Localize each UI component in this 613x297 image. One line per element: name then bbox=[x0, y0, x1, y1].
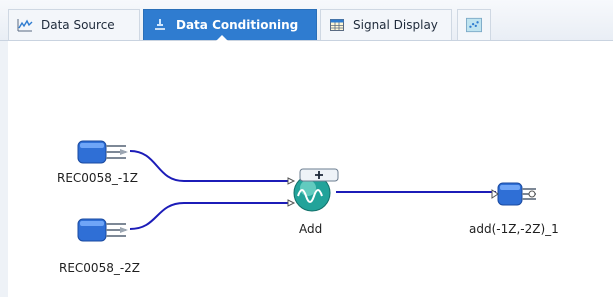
input-node-label: REC0058_-2Z bbox=[59, 261, 141, 275]
add-operation-node[interactable] bbox=[284, 166, 346, 220]
data-channel-icon bbox=[77, 140, 128, 164]
input-node-rec0058-2z[interactable] bbox=[76, 216, 132, 248]
operation-label: Add bbox=[299, 222, 323, 236]
output-node-add[interactable] bbox=[490, 180, 540, 212]
data-channel-icon bbox=[77, 218, 128, 242]
input-node-rec0058-1z[interactable] bbox=[76, 138, 132, 170]
output-channel-icon bbox=[491, 182, 536, 206]
output-node-label: add(-1Z,-2Z)_1 bbox=[469, 222, 559, 236]
input-node-label: REC0058_-1Z bbox=[57, 171, 139, 185]
add-operation-icon bbox=[287, 168, 339, 212]
wire-input1-to-add bbox=[129, 150, 292, 182]
wire-input2-to-add bbox=[129, 202, 292, 230]
